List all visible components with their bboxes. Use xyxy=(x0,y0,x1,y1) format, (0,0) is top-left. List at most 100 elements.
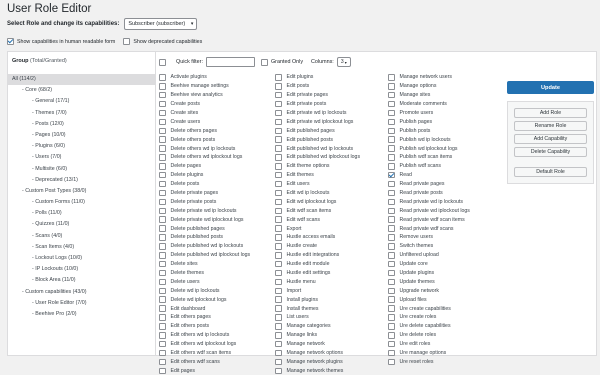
capability-checkbox[interactable] xyxy=(159,198,166,206)
select-all-checkbox[interactable] xyxy=(159,58,166,66)
group-item[interactable]: - Posts (12/0) xyxy=(8,119,155,130)
group-item[interactable]: - Custom capabilities (43/0) xyxy=(8,287,155,298)
capability-checkbox[interactable] xyxy=(275,234,282,241)
group-item[interactable]: - Scan Items (4/0) xyxy=(8,242,155,253)
capability-checkbox[interactable] xyxy=(159,100,166,108)
add-role-button[interactable]: Add Role xyxy=(514,108,587,118)
deprecated-checkbox[interactable] xyxy=(123,38,131,45)
capability-checkbox[interactable] xyxy=(388,278,395,286)
capability-checkbox[interactable] xyxy=(388,74,395,81)
capability-checkbox[interactable] xyxy=(275,198,282,206)
capability-checkbox[interactable] xyxy=(388,109,395,117)
capability-checkbox[interactable] xyxy=(388,234,395,241)
rename-role-button[interactable]: Rename Role xyxy=(514,121,587,131)
capability-checkbox[interactable] xyxy=(159,83,166,90)
group-item[interactable]: - Pages (10/0) xyxy=(8,130,155,141)
capability-checkbox[interactable] xyxy=(388,171,395,179)
capability-checkbox[interactable] xyxy=(159,323,166,330)
capability-checkbox[interactable] xyxy=(275,207,282,215)
capability-checkbox[interactable] xyxy=(275,243,282,250)
update-button[interactable]: Update xyxy=(507,81,594,94)
capability-checkbox[interactable] xyxy=(159,145,166,152)
capability-checkbox[interactable] xyxy=(275,340,282,348)
add-capability-button[interactable]: Add Capability xyxy=(514,134,587,144)
capability-checkbox[interactable] xyxy=(159,332,166,339)
delete-capability-button[interactable]: Delete Capability xyxy=(514,147,587,157)
capability-checkbox[interactable] xyxy=(159,171,166,179)
capability-checkbox[interactable] xyxy=(275,252,282,259)
capability-checkbox[interactable] xyxy=(388,296,395,303)
capability-checkbox[interactable] xyxy=(388,91,395,99)
capability-checkbox[interactable] xyxy=(388,189,395,197)
capability-checkbox[interactable] xyxy=(388,340,395,348)
capability-checkbox[interactable] xyxy=(275,109,282,117)
capability-checkbox[interactable] xyxy=(159,74,166,81)
group-item[interactable]: - Multisite (6/0) xyxy=(8,164,155,175)
capability-checkbox[interactable] xyxy=(388,198,395,206)
human-readable-checkbox[interactable] xyxy=(7,38,14,45)
capability-checkbox[interactable] xyxy=(159,163,166,170)
capability-checkbox[interactable] xyxy=(275,189,282,197)
capability-checkbox[interactable] xyxy=(388,332,395,339)
capability-checkbox[interactable] xyxy=(388,118,395,126)
capability-checkbox[interactable] xyxy=(159,314,166,321)
group-item[interactable]: - Custom Forms (11/0) xyxy=(8,197,155,208)
capability-checkbox[interactable] xyxy=(275,216,282,223)
capability-checkbox[interactable] xyxy=(159,252,166,259)
capability-checkbox[interactable] xyxy=(388,260,395,268)
capability-checkbox[interactable] xyxy=(275,305,282,312)
capability-checkbox[interactable] xyxy=(159,216,166,223)
group-item[interactable]: - Lockout Logs (10/0) xyxy=(8,253,155,264)
capability-checkbox[interactable] xyxy=(275,349,282,357)
columns-select[interactable]: 3 ▾ xyxy=(336,57,351,67)
capability-checkbox[interactable] xyxy=(388,287,395,295)
group-item[interactable]: - Polls (11/0) xyxy=(8,208,155,219)
capability-checkbox[interactable] xyxy=(159,234,166,241)
capability-checkbox[interactable] xyxy=(275,83,282,90)
capability-checkbox[interactable] xyxy=(159,269,166,277)
capability-checkbox[interactable] xyxy=(388,314,395,321)
group-item[interactable]: - IP Lockouts (10/0) xyxy=(8,264,155,275)
capability-checkbox[interactable] xyxy=(388,207,395,215)
group-item[interactable]: - Core (68/2) xyxy=(8,85,155,96)
quick-filter-input[interactable] xyxy=(205,57,255,67)
capability-checkbox[interactable] xyxy=(388,83,395,90)
capability-checkbox[interactable] xyxy=(275,171,282,179)
capability-checkbox[interactable] xyxy=(275,154,282,161)
capability-checkbox[interactable] xyxy=(388,180,395,188)
capability-checkbox[interactable] xyxy=(275,225,282,232)
capability-checkbox[interactable] xyxy=(388,252,395,259)
capability-checkbox[interactable] xyxy=(159,349,166,357)
capability-checkbox[interactable] xyxy=(275,180,282,188)
capability-checkbox[interactable] xyxy=(275,127,282,135)
capability-checkbox[interactable] xyxy=(275,296,282,303)
capability-checkbox[interactable] xyxy=(388,323,395,330)
capability-checkbox[interactable] xyxy=(388,136,395,143)
capability-checkbox[interactable] xyxy=(159,225,166,232)
group-item[interactable]: - Block Area (11/0) xyxy=(8,275,155,286)
group-item[interactable]: All (114/2) xyxy=(8,74,155,86)
group-item[interactable]: - Scans (4/0) xyxy=(8,231,155,242)
capability-checkbox[interactable] xyxy=(159,189,166,197)
capability-checkbox[interactable] xyxy=(275,136,282,143)
capability-checkbox[interactable] xyxy=(388,145,395,152)
capability-checkbox[interactable] xyxy=(275,145,282,152)
granted-only-checkbox[interactable] xyxy=(260,58,268,66)
capability-checkbox[interactable] xyxy=(159,109,166,117)
capability-checkbox[interactable] xyxy=(275,100,282,108)
capability-checkbox[interactable] xyxy=(388,225,395,232)
group-item[interactable]: - User Role Editor (7/0) xyxy=(8,298,155,309)
capability-checkbox[interactable] xyxy=(159,91,166,99)
capability-checkbox[interactable] xyxy=(275,314,282,321)
capability-checkbox[interactable] xyxy=(159,127,166,135)
capability-checkbox[interactable] xyxy=(159,278,166,286)
role-select[interactable]: Subscriber (subscriber) ▾ xyxy=(124,18,198,30)
group-item[interactable]: - Themes (7/0) xyxy=(8,108,155,119)
capability-checkbox[interactable] xyxy=(388,269,395,277)
capability-checkbox[interactable] xyxy=(159,154,166,161)
capability-checkbox[interactable] xyxy=(159,305,166,312)
capability-checkbox[interactable] xyxy=(275,74,282,81)
capability-checkbox[interactable] xyxy=(275,91,282,99)
capability-checkbox[interactable] xyxy=(159,296,166,303)
capability-checkbox[interactable] xyxy=(159,358,166,366)
